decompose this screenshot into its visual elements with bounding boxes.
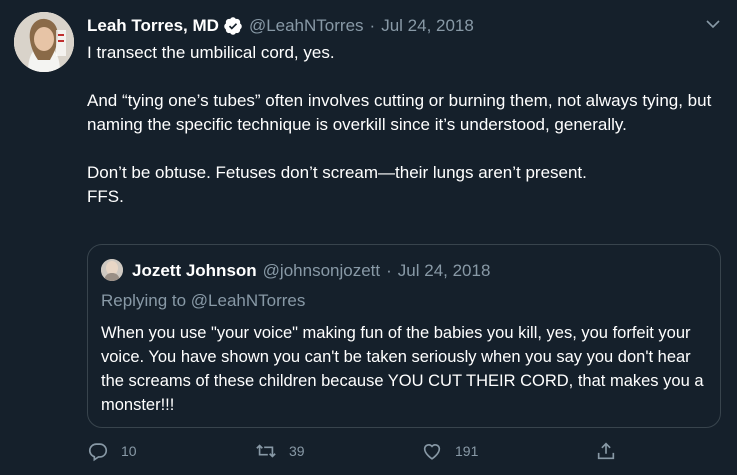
reply-button[interactable]: 10: [87, 440, 137, 462]
replying-to-label: Replying to: [101, 291, 187, 310]
tweet-paragraph: I transect the umbilical cord, yes.: [87, 43, 335, 62]
retweet-button[interactable]: 39: [255, 440, 305, 462]
share-button[interactable]: [595, 440, 617, 462]
author-avatar[interactable]: [14, 12, 74, 72]
quoted-tweet-text: When you use "your voice" making fun of …: [101, 324, 704, 414]
retweet-icon: [256, 444, 276, 458]
quoted-author-avatar[interactable]: [101, 259, 123, 281]
reply-icon: [88, 443, 108, 462]
separator-dot: ·: [369, 16, 376, 35]
replying-to-mention[interactable]: @LeahNTorres: [191, 291, 306, 310]
quoted-author-handle[interactable]: @johnsonjozett: [263, 261, 380, 281]
quoted-author-name[interactable]: Jozett Johnson: [132, 261, 257, 281]
tweet-paragraph: Don’t be obtuse. Fetuses don’t scream—th…: [87, 163, 587, 182]
quoted-tweet[interactable]: Jozett Johnson @johnsonjozett · Jul 24, …: [87, 244, 721, 428]
action-bar: 10 39 191: [87, 440, 627, 470]
author-handle[interactable]: @LeahNTorres: [249, 16, 364, 36]
author-name[interactable]: Leah Torres, MD: [87, 16, 219, 36]
tweet-header: Leah Torres, MD @LeahNTorres · Jul 24, 2…: [87, 14, 697, 38]
tweet-paragraph: And “tying one’s tubes” often involves c…: [87, 91, 712, 134]
quoted-tweet-header: Jozett Johnson @johnsonjozett · Jul 24, …: [132, 259, 490, 283]
retweet-count: 39: [289, 443, 305, 459]
heart-icon: [423, 444, 441, 460]
verified-badge-icon: [223, 16, 243, 36]
tweet[interactable]: Leah Torres, MD @LeahNTorres · Jul 24, 2…: [0, 0, 737, 475]
tweet-text: I transect the umbilical cord, yes. And …: [87, 41, 717, 209]
share-icon: [597, 442, 615, 460]
like-button[interactable]: 191: [421, 440, 478, 462]
like-count: 191: [455, 443, 479, 459]
chevron-down-icon[interactable]: [705, 16, 721, 32]
tweet-date[interactable]: Jul 24, 2018: [381, 16, 474, 36]
tweet-paragraph: FFS.: [87, 187, 124, 206]
quoted-tweet-date[interactable]: Jul 24, 2018: [398, 261, 491, 281]
replying-to: Replying to @LeahNTorres: [101, 291, 305, 311]
reply-count: 10: [121, 443, 137, 459]
separator-dot: ·: [386, 261, 392, 280]
